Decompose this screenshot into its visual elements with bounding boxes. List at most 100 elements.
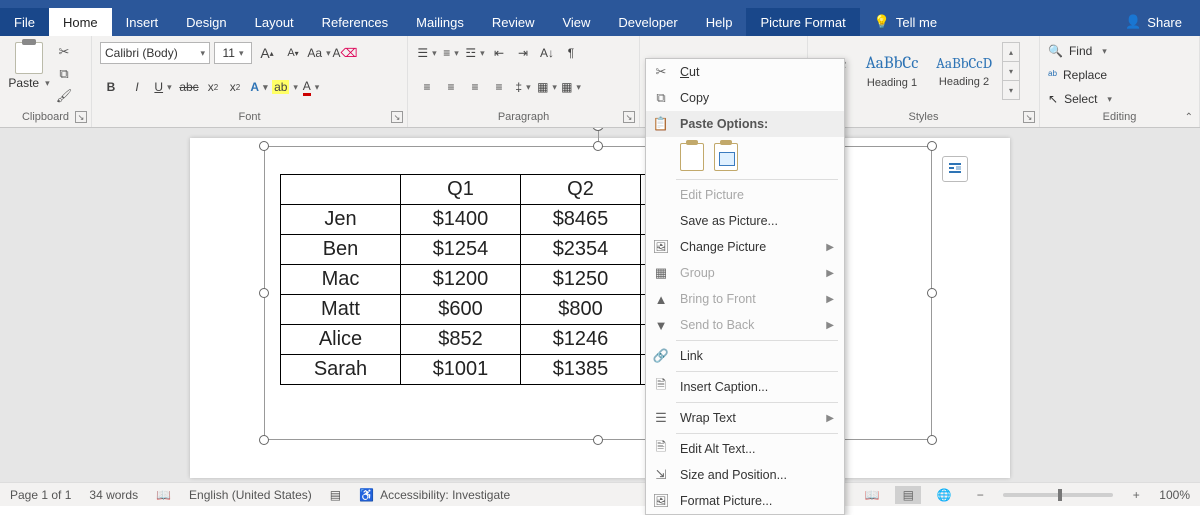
multilevel-list-button[interactable]: ☲▾ [464,42,486,64]
ctx-wrap-text[interactable]: ☰Wrap Text▶ [646,405,844,431]
ctx-insert-caption[interactable]: 🗎Insert Caption... [646,374,844,400]
group-label-font: Font [92,109,407,127]
view-print-layout[interactable]: ▤ [895,486,921,504]
resize-handle-n[interactable] [593,141,603,151]
styles-gallery[interactable]: cDc… AaBbCcHeading 1 AaBbCcDHeading 2 ▴▾… [816,42,1020,100]
tab-view[interactable]: View [548,8,604,36]
resize-handle-e[interactable] [927,288,937,298]
zoom-out-button[interactable]: − [967,486,993,504]
status-page[interactable]: Page 1 of 1 [10,488,71,502]
tab-developer[interactable]: Developer [604,8,691,36]
resize-handle-ne[interactable] [927,141,937,151]
ctx-change-picture[interactable]: 🖼Change Picture▶ [646,234,844,260]
style-tile-heading2[interactable]: AaBbCcDHeading 2 [928,42,1000,100]
tab-insert[interactable]: Insert [112,8,173,36]
status-words[interactable]: 34 words [89,488,138,502]
paste-keep-formatting-icon[interactable] [680,143,704,171]
increase-indent-button[interactable]: ⇥ [512,42,534,64]
paste-as-picture-icon[interactable] [714,143,738,171]
resize-handle-w[interactable] [259,288,269,298]
status-proofing[interactable]: 📖 [156,488,171,502]
resize-handle-sw[interactable] [259,435,269,445]
caption-icon: 🗎 [652,376,670,398]
highlight-button[interactable]: ab▾ [274,76,296,98]
borders-button[interactable]: ▦▾ [560,76,582,98]
ctx-copy[interactable]: ⧉Copy [646,85,844,111]
resize-handle-nw[interactable] [259,141,269,151]
strikethrough-button[interactable]: abc [178,76,200,98]
underline-button[interactable]: U▾ [152,76,174,98]
view-web-layout[interactable]: 🌐 [931,486,957,504]
select-button[interactable]: ↖Select▾ [1048,89,1112,109]
decrease-indent-button[interactable]: ⇤ [488,42,510,64]
italic-button[interactable]: I [126,76,148,98]
rotate-handle[interactable] [592,128,604,131]
align-left-button[interactable]: ≡ [416,76,438,98]
zoom-slider[interactable] [1003,493,1113,497]
status-macro[interactable]: ▤ [330,488,341,502]
tab-references[interactable]: References [308,8,402,36]
paragraph-dialog-launcher[interactable]: ↘ [623,111,635,123]
paste-button[interactable]: Paste▾ [8,76,49,90]
tell-me-search[interactable]: 💡Tell me [860,8,951,36]
view-read-mode[interactable]: 📖 [859,486,885,504]
tab-mailings[interactable]: Mailings [402,8,478,36]
status-language[interactable]: English (United States) [189,488,312,502]
tab-layout[interactable]: Layout [241,8,308,36]
share-button[interactable]: 👤Share [1107,8,1200,36]
bold-button[interactable]: B [100,76,122,98]
copy-icon[interactable]: ⧉ [56,66,72,82]
tab-review[interactable]: Review [478,8,549,36]
bullets-button[interactable]: ☰▾ [416,42,438,64]
justify-button[interactable]: ≡ [488,76,510,98]
change-case-button[interactable]: Aa▾ [308,42,330,64]
tab-home[interactable]: Home [49,8,112,36]
tab-help[interactable]: Help [692,8,747,36]
superscript-button[interactable]: x2 [226,76,244,98]
clear-formatting-button[interactable]: A⌫ [334,42,356,64]
replace-button[interactable]: ᵃᵇReplace [1048,65,1112,85]
zoom-in-button[interactable]: + [1123,486,1149,504]
ctx-edit-alt-text[interactable]: 🖹Edit Alt Text... [646,436,844,462]
numbering-button[interactable]: ≡▾ [440,42,462,64]
format-painter-icon[interactable]: 🖌 [56,88,72,104]
shrink-font-button[interactable]: A▾ [282,42,304,64]
styles-scroll-buttons[interactable]: ▴▾▾ [1002,42,1020,100]
ctx-size-position[interactable]: ⇲Size and Position... [646,462,844,488]
ctx-link[interactable]: 🔗Link [646,343,844,369]
sort-button[interactable]: A↓ [536,42,558,64]
tab-design[interactable]: Design [172,8,240,36]
tab-picture-format[interactable]: Picture Format [746,8,859,36]
document-area[interactable]: Q1 Q2 Q4 Jen$1400$84659722 Ben$1254$2354… [0,128,1200,482]
cut-icon[interactable]: ✂ [56,44,72,60]
styles-dialog-launcher[interactable]: ↘ [1023,111,1035,123]
subscript-button[interactable]: x2 [204,76,222,98]
ctx-format-picture[interactable]: 🖼Format Picture... [646,488,844,514]
status-accessibility[interactable]: ♿Accessibility: Investigate [359,488,510,502]
grow-font-button[interactable]: A▴ [256,42,278,64]
font-size-combo[interactable]: 11▾ [214,42,252,64]
line-spacing-button[interactable]: ‡▾ [512,76,534,98]
resize-handle-se[interactable] [927,435,937,445]
tab-file[interactable]: File [0,8,49,36]
font-dialog-launcher[interactable]: ↘ [391,111,403,123]
group-icon: ▦ [652,265,670,281]
font-family-combo[interactable]: Calibri (Body)▾ [100,42,210,64]
font-color-button[interactable]: A▾ [300,76,322,98]
ctx-save-as-picture[interactable]: Save as Picture... [646,208,844,234]
layout-options-button[interactable] [942,156,968,182]
resize-handle-s[interactable] [593,435,603,445]
clipboard-dialog-launcher[interactable]: ↘ [75,111,87,123]
shading-button[interactable]: ▦▾ [536,76,558,98]
text-effects-button[interactable]: A▾ [248,76,270,98]
show-marks-button[interactable]: ¶ [560,42,582,64]
align-right-button[interactable]: ≡ [464,76,486,98]
find-button[interactable]: 🔍Find▾ [1048,41,1112,61]
zoom-percent[interactable]: 100% [1159,488,1190,502]
style-tile-heading1[interactable]: AaBbCcHeading 1 [856,42,928,100]
group-label-paragraph: Paragraph [408,109,639,127]
align-center-button[interactable]: ≡ [440,76,462,98]
ctx-cut[interactable]: ✂Cut [646,59,844,85]
replace-icon: ᵃᵇ [1048,68,1057,82]
collapse-ribbon-button[interactable]: ⌃ [1185,112,1193,123]
